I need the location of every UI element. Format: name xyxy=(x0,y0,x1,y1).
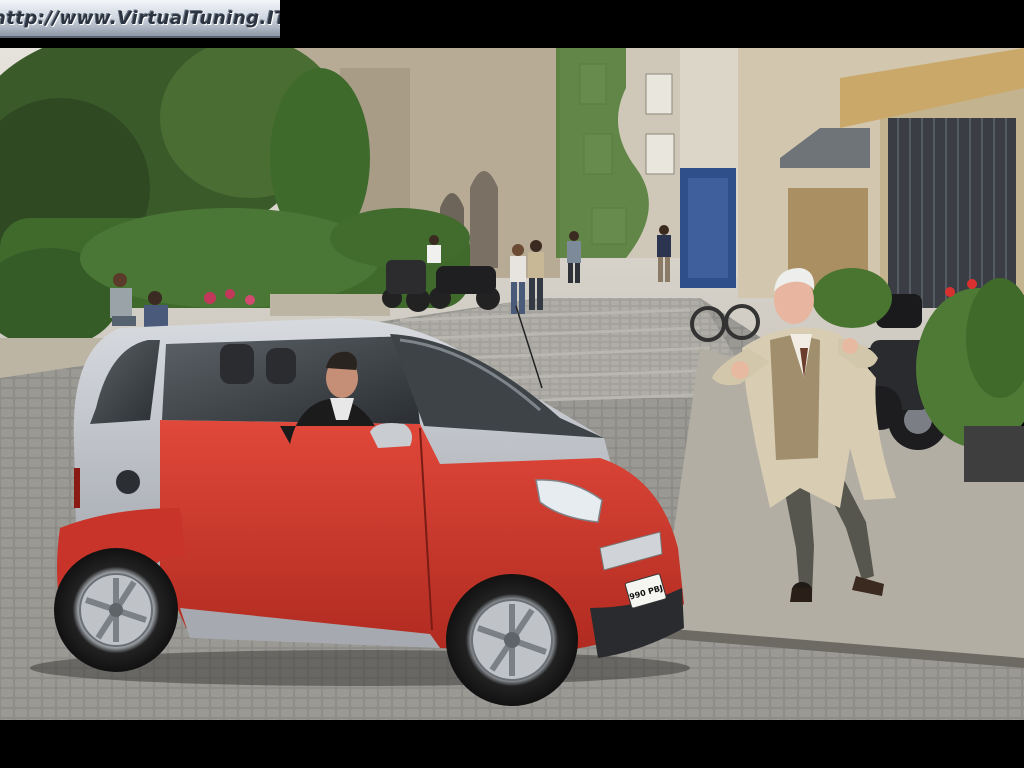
watermark-text: http://www.VirtualTuning.IT xyxy=(0,7,280,29)
site-watermark: http://www.VirtualTuning.IT xyxy=(0,0,280,38)
street-photo: 990 PBJ xyxy=(0,48,1024,720)
letterbox-bottom xyxy=(0,720,1024,768)
garden-wall xyxy=(270,294,390,316)
car-front-wheel xyxy=(446,574,578,706)
car-rear-wheel xyxy=(54,548,178,672)
street-scene: 990 PBJ xyxy=(0,48,1024,720)
